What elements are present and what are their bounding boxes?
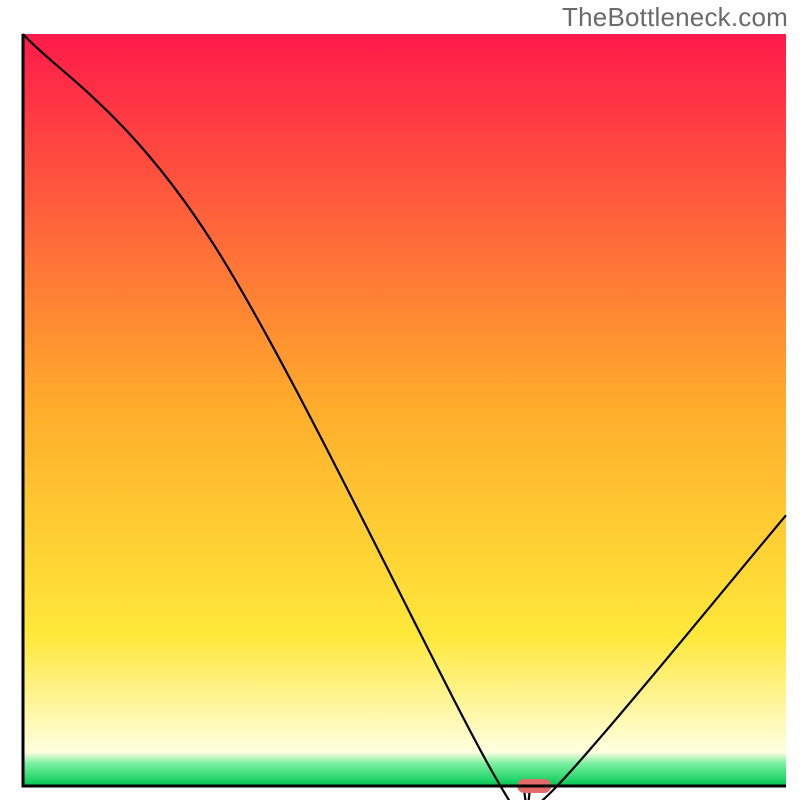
chart-container: TheBottleneck.com [0,0,800,800]
plot-background [23,34,786,786]
bottleneck-chart [0,0,800,800]
watermark-label: TheBottleneck.com [562,2,788,33]
